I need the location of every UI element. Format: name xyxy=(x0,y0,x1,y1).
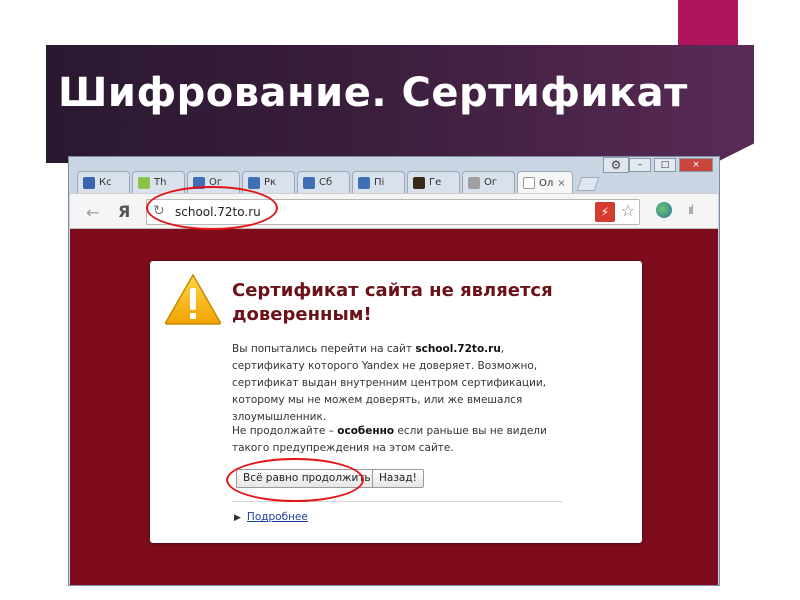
browser-tab[interactable]: Ол × xyxy=(517,171,573,194)
tab-label: Ог xyxy=(209,177,223,188)
browser-toolbar: ← Я ↻ school.72to.ru ⚡ ☆ ııl xyxy=(70,193,718,229)
browser-tab[interactable]: Сб xyxy=(297,171,350,193)
new-tab-button[interactable] xyxy=(576,177,600,191)
page-content: Сертификат сайта не является доверенным!… xyxy=(70,229,718,585)
back-button[interactable]: ← xyxy=(86,203,99,222)
reload-icon[interactable]: ↻ xyxy=(153,203,165,219)
tab-label: Пі xyxy=(374,177,385,188)
minimize-button[interactable]: – xyxy=(629,158,651,172)
proceed-anyway-button[interactable]: Всё равно продолжить xyxy=(236,469,378,488)
tab-label: Рк xyxy=(264,177,277,188)
tab-label: Ол xyxy=(539,177,554,189)
maximize-button[interactable]: □ xyxy=(654,158,676,172)
tab-strip: Кс Th Ог Рк Сб Пі Ге Ог Ол × xyxy=(77,171,600,194)
tab-label: Th xyxy=(154,177,167,188)
browser-tab[interactable]: Кс xyxy=(77,171,130,193)
gear-icon[interactable]: ⚙ xyxy=(603,157,629,173)
site-icon xyxy=(193,176,205,189)
browser-tab[interactable]: Пі xyxy=(352,171,405,193)
divider xyxy=(232,501,562,502)
site-icon xyxy=(248,176,260,189)
yandex-logo[interactable]: Я xyxy=(118,202,130,221)
window-controls: – □ × xyxy=(629,158,713,172)
page-icon xyxy=(523,177,535,189)
tab-label: Кс xyxy=(99,177,112,188)
tab-label: Ог xyxy=(484,177,498,188)
site-icon xyxy=(358,176,370,189)
tab-label: Сб xyxy=(319,177,333,188)
details-link[interactable]: ▶ Подробнее xyxy=(234,511,308,523)
go-back-button[interactable]: Назад! xyxy=(372,469,424,488)
browser-tab[interactable]: Th xyxy=(132,171,185,193)
browser-tab[interactable]: Ог xyxy=(187,171,240,193)
signal-bars-icon[interactable]: ııl xyxy=(688,203,694,217)
globe-icon[interactable] xyxy=(656,202,672,218)
warning-description: Вы попытались перейти на сайт school.72t… xyxy=(232,343,547,423)
warning-advice: Не продолжайте – особенно если раньше вы… xyxy=(232,425,547,454)
tab-label: Ге xyxy=(429,177,442,188)
ssl-warning-card: Сертификат сайта не является доверенным!… xyxy=(150,261,642,543)
expand-triangle-icon: ▶ xyxy=(234,513,241,523)
browser-tab[interactable]: Ог xyxy=(462,171,515,193)
slide-title: Шифрование. Сертификат xyxy=(58,70,688,116)
portrait-icon xyxy=(413,176,425,189)
document-icon xyxy=(468,176,480,189)
browser-window: ⚙ – □ × Кс Th Ог Рк Сб Пі Ге Ог Ол × ← Я ↻ school… xyxy=(68,156,720,586)
person-icon xyxy=(83,176,95,189)
bookmark-star-icon[interactable]: ☆ xyxy=(621,201,635,220)
browser-tab[interactable]: Ге xyxy=(407,171,460,193)
url-text[interactable]: school.72to.ru xyxy=(175,205,261,219)
site-icon xyxy=(303,176,315,189)
close-window-button[interactable]: × xyxy=(679,158,713,172)
android-icon xyxy=(138,176,150,189)
address-bar[interactable]: ↻ school.72to.ru ⚡ ☆ xyxy=(146,199,640,225)
warning-triangle-icon xyxy=(164,273,222,325)
close-tab-icon[interactable]: × xyxy=(557,178,565,189)
warning-hostname: school.72to.ru xyxy=(415,343,501,355)
warning-heading: Сертификат сайта не является доверенным! xyxy=(232,280,553,325)
security-warning-icon[interactable]: ⚡ xyxy=(595,202,615,222)
browser-tab[interactable]: Рк xyxy=(242,171,295,193)
